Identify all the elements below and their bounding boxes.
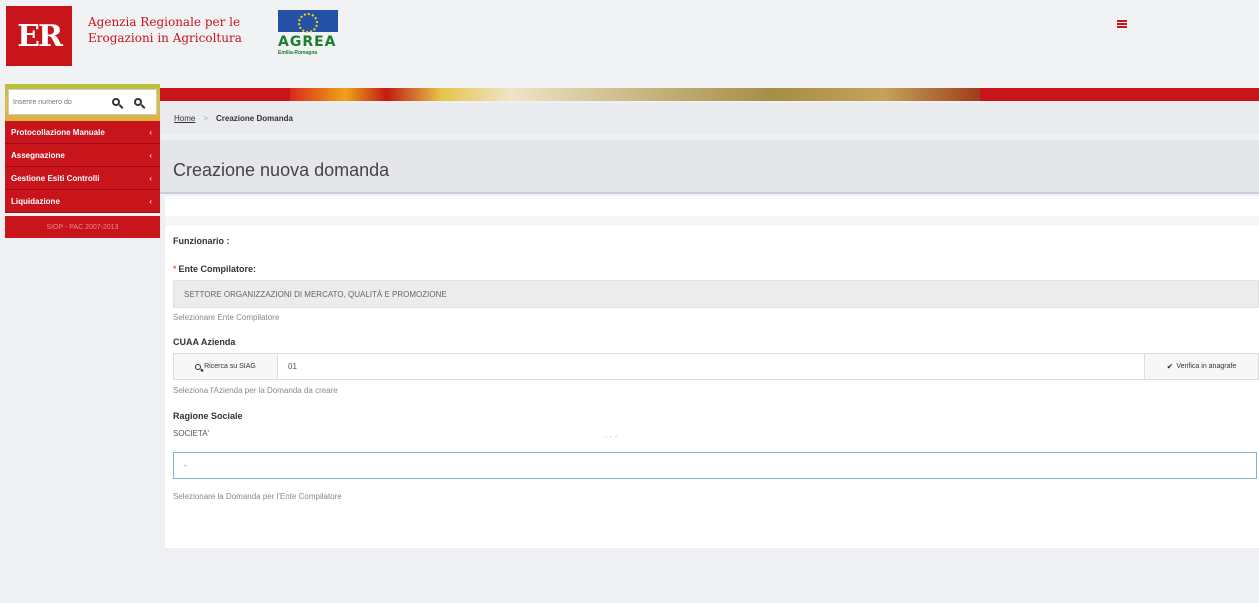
domanda-select-value: -	[184, 461, 187, 470]
breadcrumb-separator: >	[203, 113, 209, 123]
cuaa-input[interactable]	[278, 354, 1144, 379]
sidebar-item-assegnazione[interactable]: Assegnazione ‹	[5, 144, 160, 167]
ente-compilatore-label-text: Ente Compilatore:	[178, 264, 257, 274]
check-icon: ✔	[1166, 362, 1174, 371]
sidebar-item-label: Protocollazione Manuale	[11, 127, 105, 137]
chevron-left-icon: ‹	[149, 127, 152, 137]
sidebar-search	[8, 89, 157, 115]
agrea-logo: AGREA Emilia-Romagna	[278, 10, 338, 60]
sidebar-search-area	[5, 84, 160, 121]
app-header: ER Agenzia Regionale per le Erogazioni i…	[0, 0, 1259, 88]
sidebar-item-label: Assegnazione	[11, 150, 65, 160]
ente-compilatore-field: SETTORE ORGANIZZAZIONI DI MERCATO, QUALI…	[173, 280, 1259, 308]
ragione-sociale-value: SOCIETA'	[173, 429, 210, 438]
chevron-left-icon: ‹	[149, 150, 152, 160]
agency-name-line2: Erogazioni in Agricoltura	[88, 31, 242, 45]
sidebar-item-protocollazione[interactable]: Protocollazione Manuale ‹	[5, 121, 160, 144]
form-divider	[165, 216, 1259, 226]
search-icon[interactable]	[105, 91, 127, 113]
verifica-anagrafe-label: Verifica in anagrafe	[1176, 363, 1237, 370]
sidebar-item-label: Gestione Esiti Controlli	[11, 173, 100, 183]
ragione-sociale-label: Ragione Sociale	[173, 411, 243, 421]
breadcrumb-home-link[interactable]: Home	[174, 114, 195, 123]
header-banner	[160, 88, 1259, 101]
banner-image	[290, 88, 980, 101]
form-panel: Funzionario : * Ente Compilatore: SETTORE…	[165, 196, 1259, 548]
sidebar-item-liquidazione[interactable]: Liquidazione ‹	[5, 190, 160, 213]
breadcrumb-current: Creazione Domanda	[216, 113, 293, 123]
chevron-left-icon: ‹	[149, 173, 152, 183]
ente-compilatore-value: SETTORE ORGANIZZAZIONI DI MERCATO, QUALI…	[184, 289, 447, 299]
page-header: Creazione nuova domanda	[160, 140, 1259, 194]
eu-flag-icon	[278, 10, 338, 33]
search-icon	[195, 363, 202, 370]
sidebar-footer-label: SIOP - PAC 2007-2013	[46, 223, 119, 231]
sidebar: Protocollazione Manuale ‹ Assegnazione ‹…	[5, 84, 160, 244]
agency-name-line1: Agenzia Regionale per le	[88, 15, 241, 29]
breadcrumb: Home > Creazione Domanda	[160, 103, 1259, 133]
ente-compilatore-help: Selezionare Ente Compilatore	[173, 313, 280, 322]
domanda-select[interactable]: -	[173, 452, 1257, 479]
agrea-logo-text: AGREA	[278, 34, 337, 50]
chevron-left-icon: ‹	[149, 196, 152, 206]
required-marker: *	[173, 264, 177, 274]
domanda-help: Selezionare la Domanda per l'Ente Compil…	[173, 492, 342, 501]
sidebar-footer[interactable]: SIOP - PAC 2007-2013	[5, 216, 160, 238]
cuaa-label: CUAA Azienda	[173, 337, 236, 347]
verifica-anagrafe-button[interactable]: ✔ Verifica in anagrafe	[1144, 354, 1258, 379]
cuaa-input-group: Ricerca su SIAG ✔ Verifica in anagrafe	[173, 353, 1259, 380]
ricerca-siag-label: Ricerca su SIAG	[204, 363, 256, 370]
cuaa-help: Seleziona l'Azienda per la Domanda da cr…	[173, 386, 338, 395]
agrea-logo-subtext: Emilia-Romagna	[278, 50, 318, 56]
agency-name: Agenzia Regionale per le Erogazioni in A…	[88, 14, 242, 46]
ricerca-siag-button[interactable]: Ricerca su SIAG	[174, 354, 278, 379]
page-title: Creazione nuova domanda	[173, 160, 390, 180]
er-logo[interactable]: ER	[6, 6, 72, 66]
funzionario-label: Funzionario :	[173, 236, 230, 246]
sidebar-item-label: Liquidazione	[11, 196, 60, 206]
sidebar-search-input[interactable]	[9, 91, 105, 113]
sidebar-item-gestione-esiti[interactable]: Gestione Esiti Controlli ‹	[5, 167, 160, 190]
ragione-sociale-suffix: - - -	[605, 432, 618, 441]
hamburger-icon[interactable]	[1117, 20, 1127, 28]
ente-compilatore-label: * Ente Compilatore:	[173, 264, 256, 274]
er-logo-text: ER	[17, 18, 63, 54]
search-icon[interactable]	[127, 91, 149, 113]
